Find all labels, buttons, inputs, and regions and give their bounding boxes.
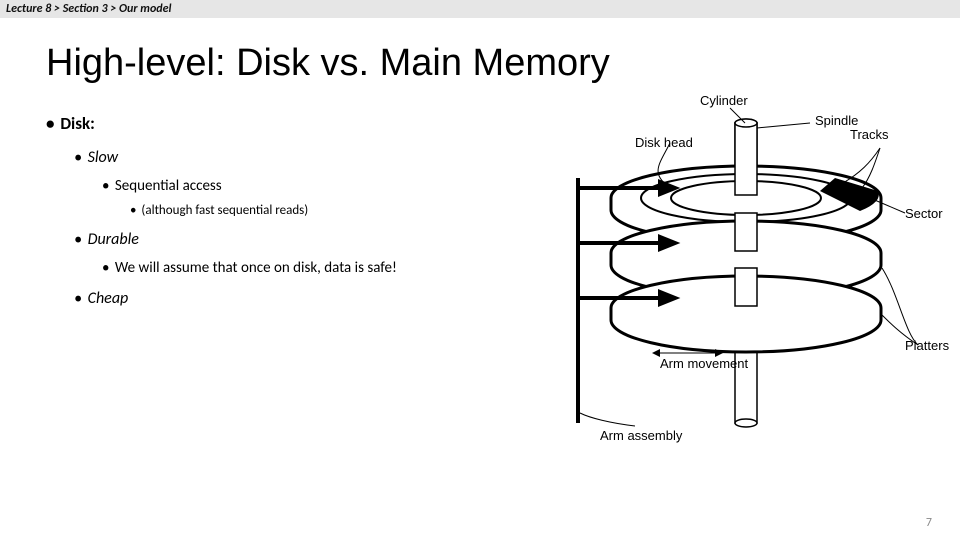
bullet-slow: Slow Sequential access (although fast se… xyxy=(74,148,540,218)
label-cylinder: Cylinder xyxy=(700,93,748,108)
disk-svg xyxy=(540,93,940,453)
label-diskhead: Disk head xyxy=(635,135,693,150)
bullet-disk: Disk: Slow Sequential access (although f… xyxy=(46,113,540,308)
label-spindle: Spindle xyxy=(815,113,858,128)
label-tracks: Tracks xyxy=(850,127,889,142)
bullet-durable: Durable We will assume that once on disk… xyxy=(74,230,540,277)
page-title: High-level: Disk vs. Main Memory xyxy=(46,42,960,85)
bullet-column: Disk: Slow Sequential access (although f… xyxy=(0,113,540,326)
page-number: 7 xyxy=(926,516,932,530)
bullet-fastseq: (although fast sequential reads) xyxy=(130,203,540,218)
label-armasm: Arm assembly xyxy=(600,428,682,443)
content-row: Disk: Slow Sequential access (although f… xyxy=(0,113,960,326)
bullet-sequential: Sequential access (although fast sequent… xyxy=(102,177,540,218)
breadcrumb: Lecture 8 > Section 3 > Our model xyxy=(0,0,960,18)
label-sector: Sector xyxy=(905,206,943,221)
label-armmove: Arm movement xyxy=(660,356,748,371)
bullet-cheap: Cheap xyxy=(74,289,540,308)
disk-diagram: Cylinder Disk head Spindle Tracks Sector… xyxy=(540,113,960,326)
bullet-safe: We will assume that once on disk, data i… xyxy=(102,259,540,277)
label-platters: Platters xyxy=(905,338,949,353)
